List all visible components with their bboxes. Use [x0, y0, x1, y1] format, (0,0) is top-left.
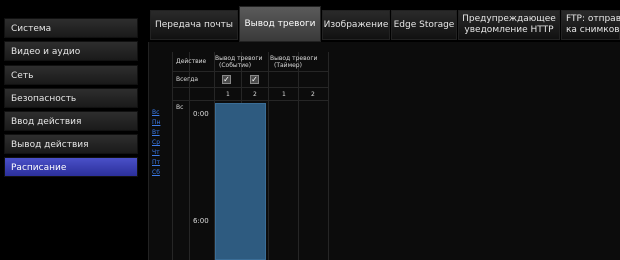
action-header: Действие [176, 58, 207, 65]
tab-bar: Передача почты Вывод тревоги Изображение… [148, 0, 620, 42]
sidebar-item-network[interactable]: Сеть [4, 65, 138, 85]
day-link-sun[interactable]: Вс [152, 108, 166, 118]
tab-mail-transfer[interactable]: Передача почты [150, 10, 238, 40]
grid-line [172, 52, 173, 260]
grid-line [268, 52, 269, 260]
grid-line [172, 87, 328, 88]
sub-col-label: 2 [311, 91, 315, 98]
day-link-mon[interactable]: Пн [152, 118, 166, 128]
day-link-tue[interactable]: Вт [152, 128, 166, 138]
tab-ftp-snapshot[interactable]: FTP: отправ ка снимков [561, 10, 620, 40]
day-link-fri[interactable]: Пт [152, 158, 166, 168]
time-label: 0:00 [193, 110, 209, 118]
schedule-block[interactable] [215, 103, 266, 260]
alarm-timer-header: Вывод тревоги (Таймер) [270, 55, 318, 69]
sub-col-label: 1 [226, 91, 230, 98]
tab-alarm-output[interactable]: Вывод тревоги [239, 6, 321, 42]
sidebar-item-schedule[interactable]: Расписание [4, 157, 138, 177]
alarm-event-header: Вывод тревоги (Событие) [215, 55, 263, 69]
tab-edge-storage[interactable]: Edge Storage [391, 10, 457, 40]
always-label: Всегда [176, 76, 199, 83]
day-link-sat[interactable]: Сб [152, 168, 166, 178]
sidebar-item-security[interactable]: Безопасность [4, 88, 138, 108]
sidebar-item-action-output[interactable]: Вывод действия [4, 134, 138, 154]
tab-image[interactable]: Изображение [322, 10, 390, 40]
grid-line [328, 52, 329, 260]
day-links: Вс Пн Вт Ср Чт Пт Сб [152, 108, 166, 178]
sidebar: Система Видео и аудио Сеть Безопасность … [0, 0, 148, 260]
sidebar-item-video-audio[interactable]: Видео и аудио [4, 41, 138, 61]
always-event-checkbox[interactable]: ✓ [222, 75, 231, 84]
grid-line [298, 52, 299, 260]
grid-line [172, 100, 328, 101]
grid-line [172, 71, 328, 72]
time-label: 6:00 [193, 217, 209, 225]
always-event2-checkbox[interactable]: ✓ [250, 75, 259, 84]
sidebar-item-system[interactable]: Система [4, 18, 138, 38]
day-link-thu[interactable]: Чт [152, 148, 166, 158]
grid-line [189, 52, 190, 260]
day-link-wed[interactable]: Ср [152, 138, 166, 148]
day-label: Вс [176, 104, 184, 111]
tab-http-notification[interactable]: Предупреждающее уведомление HTTP [458, 10, 560, 40]
sidebar-item-action-input[interactable]: Ввод действия [4, 111, 138, 131]
sub-col-label: 1 [282, 91, 286, 98]
sub-col-label: 2 [253, 91, 257, 98]
